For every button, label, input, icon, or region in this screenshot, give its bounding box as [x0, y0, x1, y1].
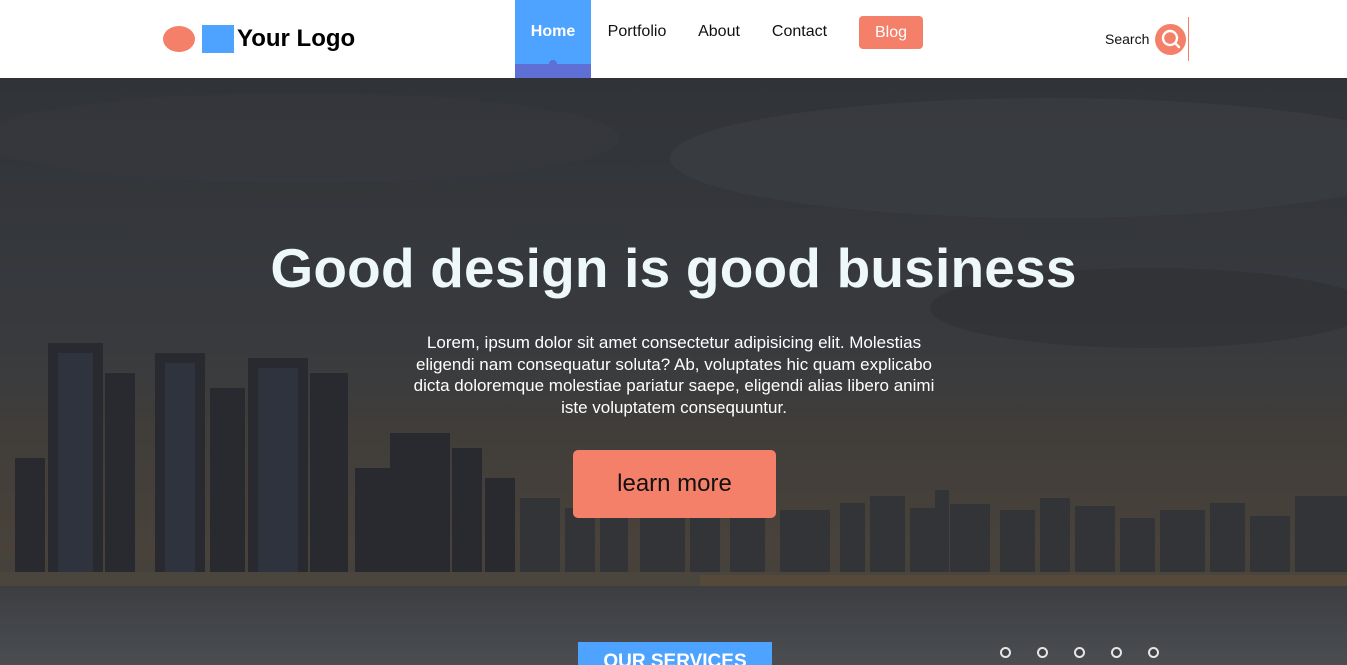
carousel-dot[interactable] — [1111, 647, 1122, 658]
carousel-dot[interactable] — [1148, 647, 1159, 658]
nav-item-home[interactable]: Home — [515, 0, 591, 78]
header-divider — [1188, 17, 1189, 61]
logo-square-icon — [202, 25, 234, 53]
nav-item-contact[interactable]: Contact — [771, 0, 828, 64]
search: Search — [1105, 22, 1187, 56]
hero-description: Lorem, ipsum dolor sit amet consectetur … — [413, 333, 935, 417]
carousel-dots — [1000, 647, 1185, 659]
nav-home-label: Home — [530, 23, 576, 40]
carousel-dot[interactable] — [1000, 647, 1011, 658]
search-icon — [1161, 29, 1181, 49]
nav-item-portfolio[interactable]: Portfolio — [607, 0, 667, 64]
our-services-button[interactable]: OUR SERVICES — [578, 642, 772, 665]
search-label[interactable]: Search — [1105, 31, 1149, 47]
nav-item-blog[interactable]: Blog — [859, 16, 923, 49]
site-header: Your Logo Home Portfolio About Contact B… — [0, 0, 1347, 78]
hero-section: Good design is good business Lorem, ipsu… — [0, 78, 1347, 665]
active-indicator-dot — [549, 60, 557, 68]
logo-text: Your Logo — [237, 25, 356, 52]
search-button[interactable] — [1155, 23, 1187, 55]
carousel-dot[interactable] — [1037, 647, 1048, 658]
logo-circle-icon — [163, 26, 195, 52]
carousel-dot[interactable] — [1074, 647, 1085, 658]
logo[interactable]: Your Logo — [163, 24, 355, 54]
hero-title: Good design is good business — [270, 237, 1077, 299]
learn-more-button[interactable]: learn more — [573, 450, 776, 518]
nav-item-about[interactable]: About — [697, 0, 741, 64]
